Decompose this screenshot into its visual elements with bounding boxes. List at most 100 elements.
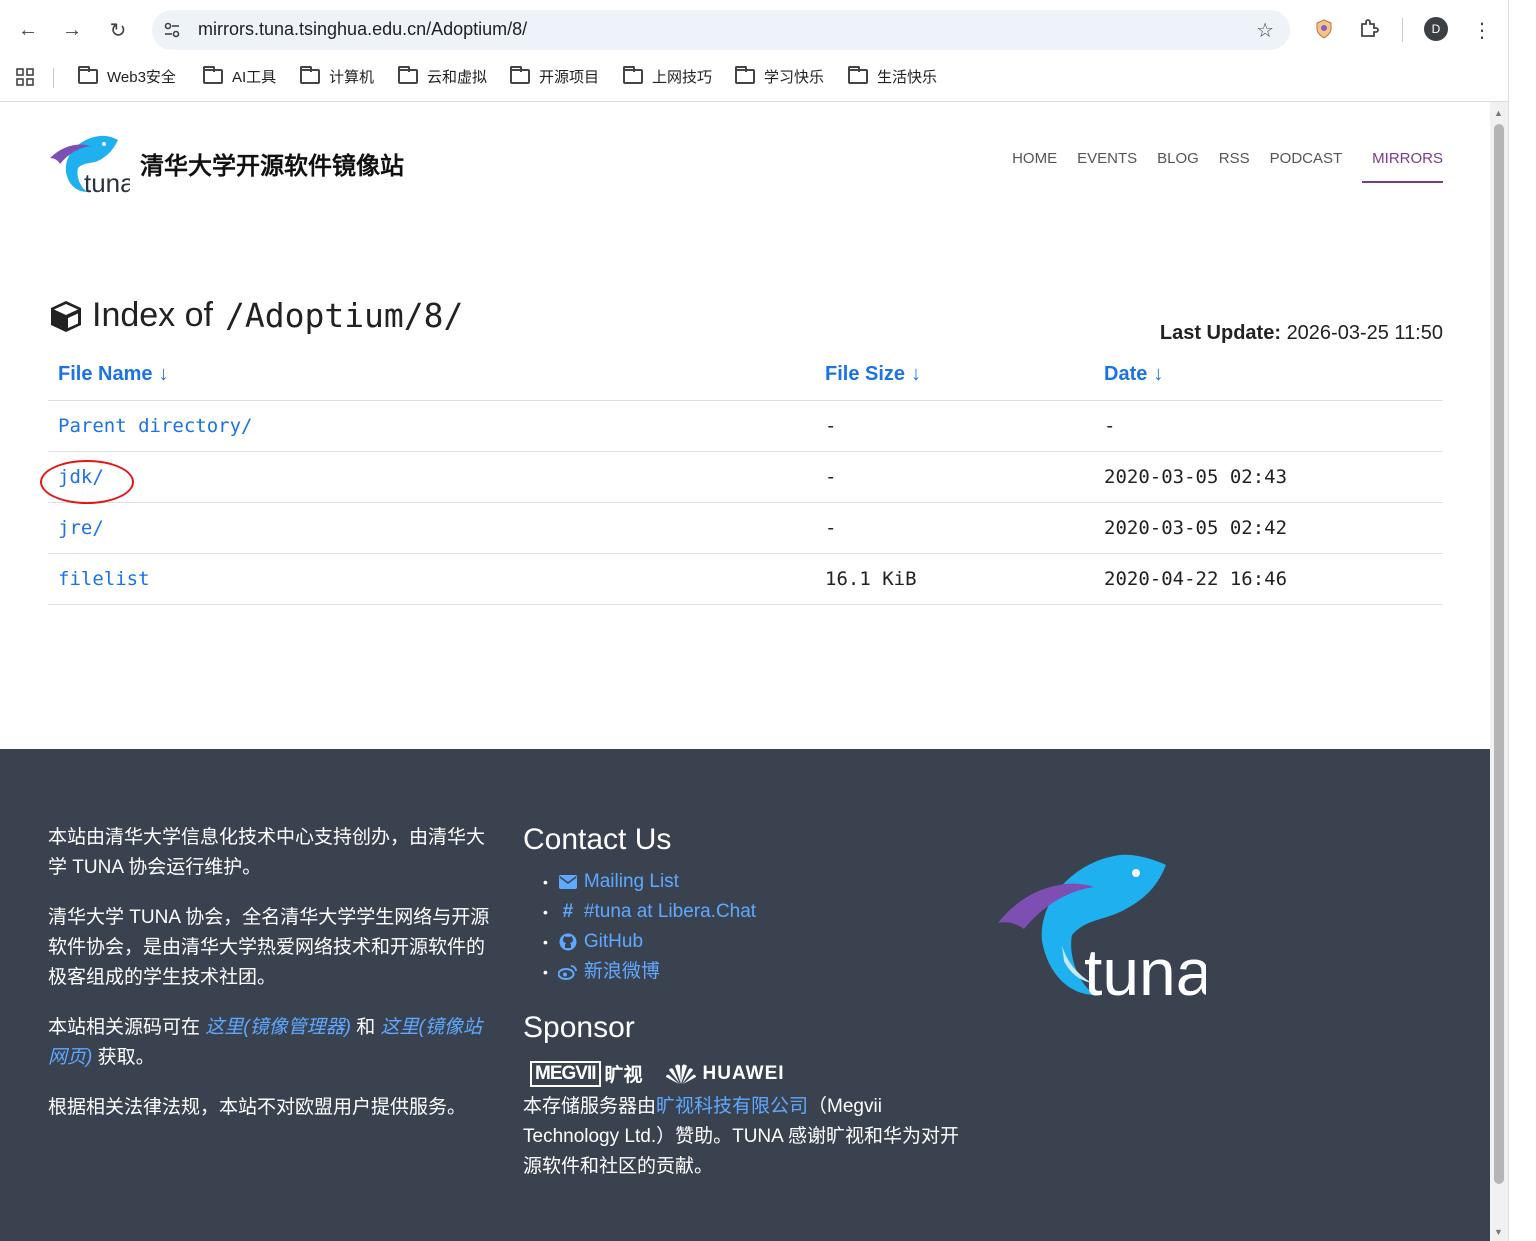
nav-mirrors[interactable]: MIRRORS <box>1362 150 1443 183</box>
last-update: Last Update: 2026-03-25 11:50 <box>1160 322 1443 345</box>
bookmark-folder[interactable]: AI工具 <box>203 66 276 87</box>
sort-by-name[interactable]: File Name ↓ <box>48 350 815 401</box>
scrollbar-thumb[interactable] <box>1494 124 1504 1184</box>
contact-github[interactable]: GitHub <box>543 927 973 957</box>
file-size: - <box>815 451 1094 503</box>
hashtag-icon: # <box>562 901 574 922</box>
bookmark-folder[interactable]: 云和虚拟 <box>398 66 487 87</box>
sort-by-size[interactable]: File Size ↓ <box>815 350 1094 401</box>
browser-chrome: ← → ↻ mirrors.tuna.tsinghua.edu.cn/Adopt… <box>0 0 1536 102</box>
file-link-jre[interactable]: jre/ <box>58 517 104 539</box>
folder-icon <box>510 66 530 84</box>
file-link-parent[interactable]: Parent directory/ <box>58 415 252 437</box>
bookmark-star-icon[interactable]: ☆ <box>1256 18 1274 43</box>
nav-rss[interactable]: RSS <box>1219 150 1250 183</box>
extensions-puzzle-icon[interactable] <box>1356 16 1382 42</box>
megvii-link[interactable]: 旷视科技有限公司 <box>656 1096 808 1117</box>
contact-label: #tuna at Libera.Chat <box>583 901 757 922</box>
about-paragraph: 清华大学 TUNA 协会，全名清华大学学生网络与开源软件协会，是由清华大学热爱网… <box>48 907 490 988</box>
nav-events[interactable]: EVENTS <box>1077 150 1137 183</box>
sort-by-date[interactable]: Date ↓ <box>1094 350 1443 401</box>
menu-kebab-icon[interactable]: ⋮ <box>1466 14 1498 46</box>
folder-icon <box>848 66 868 84</box>
contact-mailing-list[interactable]: Mailing List <box>543 867 973 897</box>
site-title[interactable]: 清华大学开源软件镜像站 <box>140 146 404 181</box>
contact-list: Mailing List # #tuna at Libera.Chat GitHu… <box>543 867 973 987</box>
tuna-logo[interactable]: tuna <box>48 132 130 196</box>
toolbar-divider <box>1402 18 1403 42</box>
bookmark-label: AI工具 <box>232 69 277 86</box>
site-info-icon[interactable] <box>162 20 182 40</box>
megvii-logo-cn: 旷视 <box>604 1065 643 1086</box>
logo-text: tuna <box>84 168 130 196</box>
scroll-down-arrow-icon[interactable]: ▼ <box>1494 1227 1503 1237</box>
footer-about: 本站由清华大学信息化技术中心支持创办，由清华大学 TUNA 协会运行维护。 清华… <box>48 823 498 1143</box>
forward-button[interactable]: → <box>56 14 88 46</box>
bookmark-label: 开源项目 <box>539 69 600 86</box>
bookmark-folder[interactable]: 学习快乐 <box>735 66 824 87</box>
file-listing-table: File Name ↓ File Size ↓ Date ↓ Parent direc… <box>48 350 1443 605</box>
back-button[interactable]: ← <box>12 14 44 46</box>
bookmarks-bar: Web3安全 AI工具 计算机 云和虚拟 开源项目 上网技巧 学习快乐 生活快乐 <box>0 62 1536 92</box>
bookmark-label: 上网技巧 <box>652 69 713 86</box>
extension-shield-icon[interactable] <box>1311 16 1337 42</box>
file-date: 2020-04-22 16:46 <box>1094 553 1443 605</box>
sort-arrow-icon: ↓ <box>1153 363 1164 386</box>
folder-icon <box>398 66 418 84</box>
nav-blog[interactable]: BLOG <box>1157 150 1199 183</box>
top-navigation: HOME EVENTS BLOG RSS PODCAST MIRRORS <box>992 150 1443 183</box>
nav-home[interactable]: HOME <box>1012 150 1057 183</box>
bookmark-folder[interactable]: 上网技巧 <box>623 66 712 87</box>
table-row: Parent directory/ - - <box>48 400 1443 452</box>
last-update-value: 2026-03-25 11:50 <box>1286 322 1443 344</box>
header-date-label: Date <box>1104 363 1148 386</box>
file-date: 2020-03-05 02:42 <box>1094 502 1443 554</box>
header-name-label: File Name <box>58 363 153 386</box>
sponsor-text-part: 本存储服务器由 <box>523 1096 657 1117</box>
reload-icon: ↻ <box>109 19 127 42</box>
bookmark-folder[interactable]: 计算机 <box>300 66 374 87</box>
contact-label: Mailing List <box>583 871 679 892</box>
sponsor-logos: MEGVII 旷视 HUAWEI <box>530 1060 785 1087</box>
index-path: /Adoptium/8/ <box>224 296 464 335</box>
arrow-left-icon: ← <box>18 18 38 41</box>
file-size: - <box>815 502 1094 554</box>
nav-podcast[interactable]: PODCAST <box>1270 150 1343 183</box>
site-footer: 本站由清华大学信息化技术中心支持创办，由清华大学 TUNA 协会运行维护。 清华… <box>0 749 1490 1241</box>
folder-icon <box>735 66 755 84</box>
table-row: jdk/ - 2020-03-05 02:43 <box>48 451 1443 503</box>
package-box-icon <box>51 300 81 332</box>
file-size: - <box>815 400 1094 452</box>
profile-avatar[interactable]: D <box>1424 17 1448 41</box>
contact-label: 新浪微博 <box>583 961 660 982</box>
contact-weibo[interactable]: 新浪微博 <box>543 957 973 987</box>
megvii-logo[interactable]: MEGVII <box>530 1060 601 1087</box>
page-content: tuna 清华大学开源软件镜像站 HOME EVENTS BLOG RSS PO… <box>0 102 1490 1241</box>
contact-irc[interactable]: # #tuna at Libera.Chat <box>543 897 973 927</box>
reload-button[interactable]: ↻ <box>102 14 134 46</box>
file-link-filelist[interactable]: filelist <box>58 568 150 590</box>
weibo-icon <box>557 962 578 982</box>
github-icon <box>558 932 578 952</box>
address-bar[interactable]: mirrors.tuna.tsinghua.edu.cn/Adoptium/8/… <box>152 10 1290 50</box>
bookmark-folder[interactable]: Web3安全 <box>78 66 176 87</box>
sort-arrow-icon: ↓ <box>158 363 169 386</box>
huawei-logo[interactable]: HUAWEI <box>703 1063 785 1085</box>
red-annotation-circle <box>40 460 134 504</box>
table-header-row: File Name ↓ File Size ↓ Date ↓ <box>48 350 1443 401</box>
envelope-icon <box>558 872 578 892</box>
url-text: mirrors.tuna.tsinghua.edu.cn/Adoptium/8/ <box>198 19 528 39</box>
folder-icon <box>78 66 98 84</box>
about-source-paragraph: 本站相关源码可在 这里(镜像管理器) 和 这里(镜像站网页) 获取。 <box>48 1013 498 1073</box>
page-title: Index of /Adoptium/8/ <box>48 296 463 335</box>
scroll-up-arrow-icon[interactable]: ▲ <box>1494 108 1503 118</box>
about-text: 获取。 <box>92 1047 155 1068</box>
bookmark-folder[interactable]: 生活快乐 <box>848 66 937 87</box>
index-label: Index of <box>92 296 213 334</box>
page-scrollbar[interactable]: ▲ ▼ <box>1490 102 1508 1241</box>
table-row: jre/ - 2020-03-05 02:42 <box>48 502 1443 554</box>
mirror-manager-link[interactable]: 这里(镜像管理器) <box>205 1017 351 1038</box>
bookmark-folder[interactable]: 开源项目 <box>510 66 599 87</box>
header-size-label: File Size <box>825 363 906 386</box>
about-text: 本站相关源码可在 <box>48 1017 206 1038</box>
